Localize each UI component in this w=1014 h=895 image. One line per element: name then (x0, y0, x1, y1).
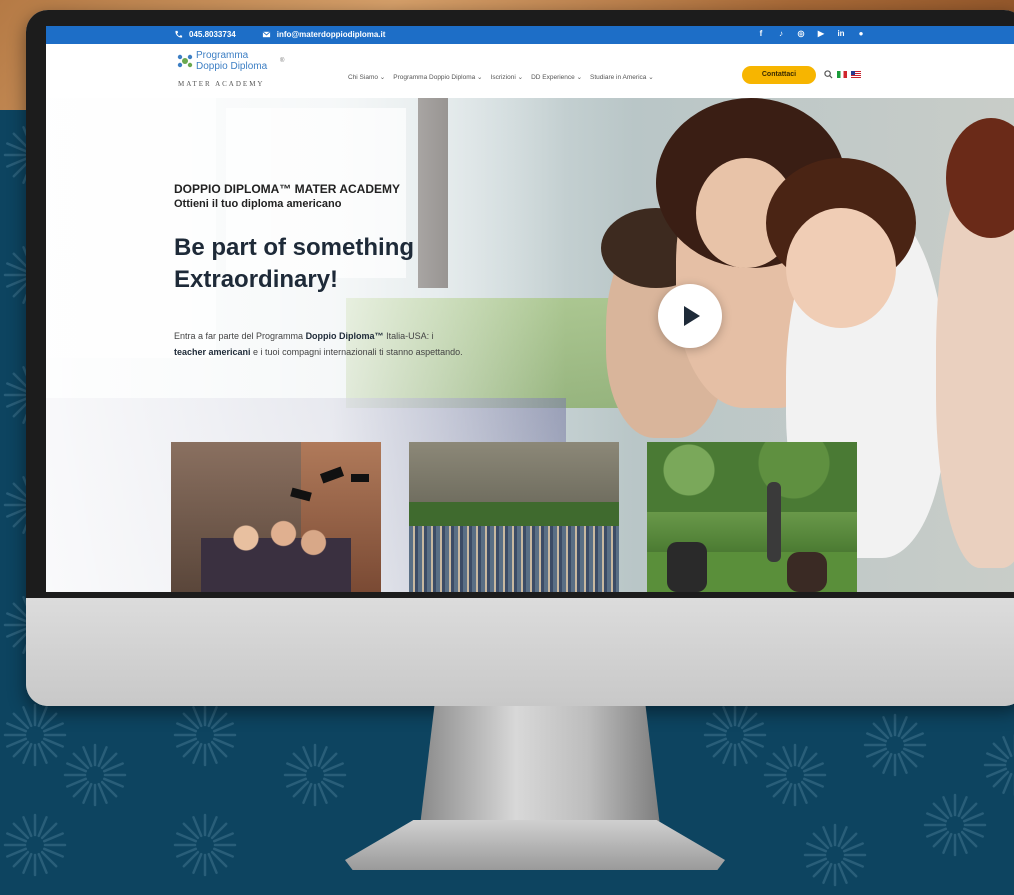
burst-pattern-icon (280, 740, 350, 810)
burst-pattern-icon (60, 740, 130, 810)
hero-paragraph-part: e i tuoi compagni internazionali ti stan… (250, 347, 463, 357)
logo-registered: ® (280, 58, 285, 64)
other-social-icon[interactable]: ● (856, 29, 866, 39)
burst-pattern-icon (170, 810, 240, 880)
burst-pattern-icon (860, 710, 930, 780)
graduation-cap-icon (351, 474, 369, 482)
tiktok-icon[interactable]: ♪ (776, 29, 786, 39)
logo-mark-icon (177, 54, 193, 68)
burst-pattern-icon (980, 730, 1014, 800)
menu-item-chi-siamo[interactable]: Chi Siamo ⌄ (348, 73, 385, 81)
logo-line1: Programma (196, 50, 249, 61)
burst-pattern-icon (800, 820, 870, 890)
menu-item-dd-experience[interactable]: DD Experience ⌄ (531, 73, 582, 81)
instagram-icon[interactable]: ◎ (796, 29, 806, 39)
top-contact-bar: 045.8033734 info@materdoppiodiploma.it f… (46, 26, 1014, 44)
trees (647, 442, 857, 512)
hero-paragraph-part: Entra a far parte del Programma (174, 331, 306, 341)
monitor-chin (26, 598, 1014, 706)
monitor-bezel: 045.8033734 info@materdoppiodiploma.it f… (26, 10, 1014, 598)
hero-subtitle: Ottieni il tuo diploma americano (174, 198, 342, 210)
hero-paragraph-bold: teacher americani (174, 347, 251, 357)
main-menu: Chi Siamo ⌄ Programma Doppio Diploma ⌄ I… (348, 73, 654, 81)
hero-headline: Be part of something Extraordinary! (174, 232, 414, 296)
youtube-icon[interactable]: ▶ (816, 29, 826, 39)
facebook-icon[interactable]: f (756, 29, 766, 39)
us-flag-icon[interactable] (851, 71, 861, 78)
search-icon[interactable] (824, 70, 833, 79)
graduates-group (201, 502, 351, 592)
monitor: 045.8033734 info@materdoppiodiploma.it f… (26, 10, 1014, 706)
email-address[interactable]: info@materdoppiodiploma.it (277, 30, 386, 39)
card-amphitheater[interactable] (409, 442, 619, 592)
burst-pattern-icon (920, 790, 990, 860)
monitor-stand-neck (420, 706, 660, 826)
hero-paragraph: Entra a far parte del Programma Doppio D… (174, 328, 464, 360)
card-graduation[interactable] (171, 442, 381, 592)
play-video-button[interactable] (658, 284, 722, 348)
hero-headline-line2: Extraordinary! (174, 266, 339, 293)
logo-line2: Doppio Diploma (196, 61, 268, 72)
phone-icon (175, 30, 183, 38)
main-navbar: Programma Doppio Diploma ® MATER ACADEMY… (46, 44, 1014, 98)
greenery (409, 502, 619, 526)
contattaci-button[interactable]: Contattaci (742, 66, 816, 84)
student-girl-face (786, 208, 896, 328)
logo[interactable]: Programma Doppio Diploma ® MATER ACADEMY (174, 48, 294, 94)
monitor-stand-base (345, 820, 725, 870)
logo-line3: MATER ACADEMY (178, 80, 265, 88)
mail-icon (262, 31, 271, 38)
hero-headline-line1: Be part of something (174, 234, 415, 261)
hero-title: DOPPIO DIPLOMA™ MATER ACADEMY (174, 182, 401, 196)
menu-item-programma[interactable]: Programma Doppio Diploma ⌄ (393, 73, 482, 81)
audience-crowd (409, 526, 619, 592)
linkedin-icon[interactable]: in (836, 29, 846, 39)
website-screen: 045.8033734 info@materdoppiodiploma.it f… (46, 26, 1014, 592)
burst-pattern-icon (760, 740, 830, 810)
hero-paragraph-part: Italia-USA: i (383, 331, 434, 341)
hero-paragraph-bold: Doppio Diploma™ (305, 331, 384, 341)
italian-flag-icon[interactable] (837, 71, 847, 78)
burst-pattern-icon (170, 700, 240, 770)
burst-pattern-icon (0, 810, 70, 880)
phone-number[interactable]: 045.8033734 (189, 30, 236, 39)
sitting-student (787, 552, 827, 592)
card-campus[interactable] (647, 442, 857, 592)
walking-student (767, 482, 781, 562)
menu-item-iscrizioni[interactable]: Iscrizioni ⌄ (491, 73, 524, 81)
sitting-student (667, 542, 707, 592)
menu-item-studiare-america[interactable]: Studiare in America ⌄ (590, 73, 654, 81)
